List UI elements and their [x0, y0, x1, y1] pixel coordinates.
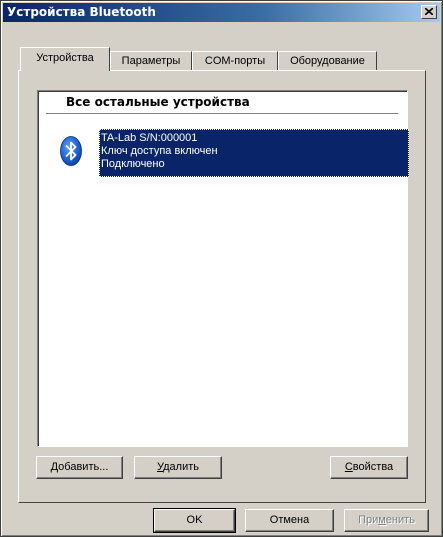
cancel-button[interactable]: Отмена [245, 509, 334, 532]
add-button-label: обавить... [58, 461, 109, 473]
apply-button[interactable]: Применить [344, 509, 429, 532]
tab-com-ports[interactable]: COM-порты [192, 51, 278, 71]
apply-label-end: енить [385, 514, 415, 526]
tab-hardware[interactable]: Оборудование [278, 51, 377, 71]
properties-button-label: войства [352, 461, 394, 473]
tab-parameters[interactable]: Параметры [110, 51, 192, 71]
add-button[interactable]: Добавить... [36, 456, 123, 479]
properties-button[interactable]: Свойства [330, 456, 408, 479]
properties-button-accel: С [344, 461, 353, 473]
device-info[interactable]: TA-Lab S/N:000001 Ключ доступа включен П… [99, 129, 409, 177]
close-button[interactable] [421, 5, 437, 19]
device-connection-status: Подключено [101, 158, 165, 170]
remove-button[interactable]: Удалить [134, 456, 222, 479]
ok-button[interactable]: OK [153, 508, 236, 533]
remove-button-label: далить [163, 461, 199, 473]
close-icon [425, 8, 433, 15]
window-title: Устройства Bluetooth [7, 5, 156, 19]
devices-tab-panel: Все остальные устройства TA-Lab S/N:0000… [18, 70, 426, 503]
device-name: TA-Lab S/N:000001 [101, 132, 198, 144]
title-bar[interactable]: Устройства Bluetooth [3, 3, 440, 22]
bluetooth-icon [60, 136, 82, 166]
group-header: Все остальные устройства [66, 95, 250, 109]
device-passkey-status: Ключ доступа включен [101, 145, 218, 157]
group-divider [46, 113, 398, 114]
apply-label-accel: м [378, 514, 386, 526]
apply-label-start: При [358, 514, 379, 526]
tab-devices[interactable]: Устройства [20, 47, 110, 71]
list-item[interactable]: TA-Lab S/N:000001 Ключ доступа включен П… [60, 129, 409, 177]
bluetooth-devices-dialog: Устройства Bluetooth Устройства Параметр… [0, 0, 443, 537]
device-list[interactable]: Все остальные устройства TA-Lab S/N:0000… [37, 90, 409, 447]
